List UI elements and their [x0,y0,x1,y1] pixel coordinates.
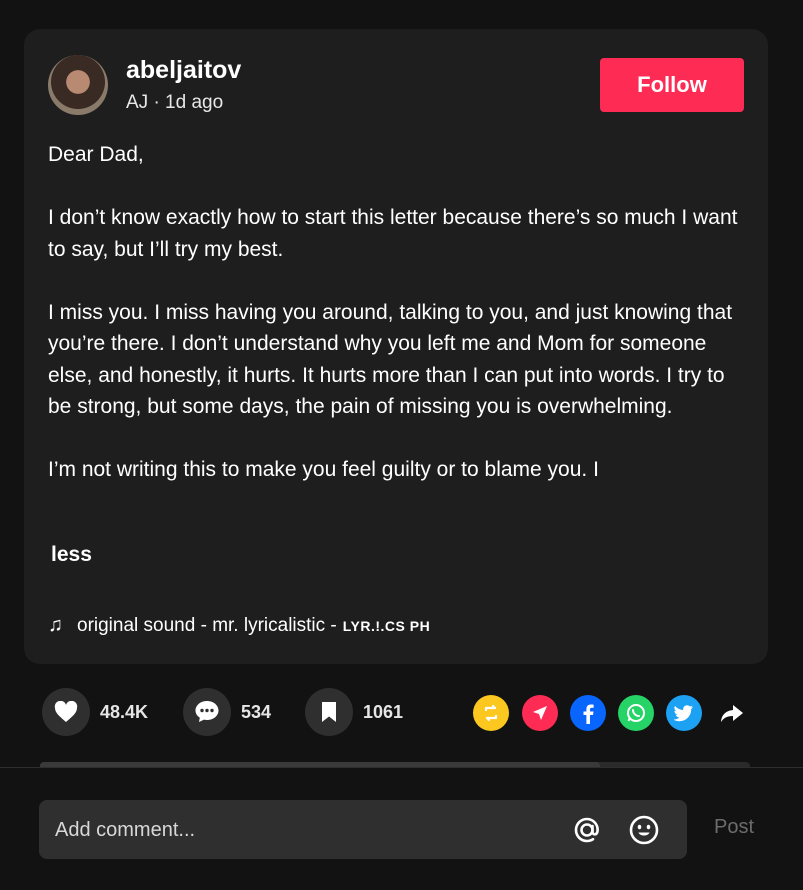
post-meta: AJ · 1d ago [126,92,224,113]
post-caption: Dear Dad, I don’t know exactly how to st… [48,139,748,517]
avatar[interactable] [48,55,108,115]
facebook-icon[interactable] [570,695,606,731]
save-button[interactable]: 1061 [305,688,403,736]
whatsapp-icon[interactable] [618,695,654,731]
post-card: abeljaitov AJ · 1d ago Follow Dear Dad, … [24,29,768,664]
comment-box [39,800,687,861]
caption-paragraph: I’m not writing this to make you feel gu… [48,458,599,481]
bookmark-icon [305,688,353,736]
sound-link[interactable]: ♫ original sound - mr. lyricalistic - LY… [48,614,430,637]
sound-author: LYR.!.CS PH [342,617,431,634]
less-toggle[interactable]: less [51,543,92,567]
comment-bar: Post [0,768,803,890]
caption-paragraph: I miss you. I miss having you around, ta… [48,300,733,419]
post-button[interactable]: Post [714,816,754,839]
like-count: 48.4K [100,701,149,722]
comment-count: 534 [241,701,272,722]
sound-title: original sound - mr. lyricalistic - [77,614,337,636]
heart-icon [42,688,90,736]
mention-icon[interactable] [570,813,604,847]
save-count: 1061 [363,701,404,722]
comment-input[interactable] [53,800,537,861]
share-arrow-icon[interactable] [714,695,750,731]
send-icon[interactable] [522,695,558,731]
caption-paragraph: Dear Dad, [48,143,144,166]
comment-button[interactable]: 534 [183,688,271,736]
repost-icon[interactable] [473,695,509,731]
twitter-icon[interactable] [666,695,702,731]
caption-paragraph: I don’t know exactly how to start this l… [48,206,738,261]
comment-icon [183,688,231,736]
action-bar: 48.4K 534 1061 [0,688,803,738]
follow-button[interactable]: Follow [600,58,744,112]
username[interactable]: abeljaitov [126,56,241,85]
emoji-icon[interactable] [627,813,661,847]
music-note-icon: ♫ [48,614,63,636]
like-button[interactable]: 48.4K [42,688,148,736]
